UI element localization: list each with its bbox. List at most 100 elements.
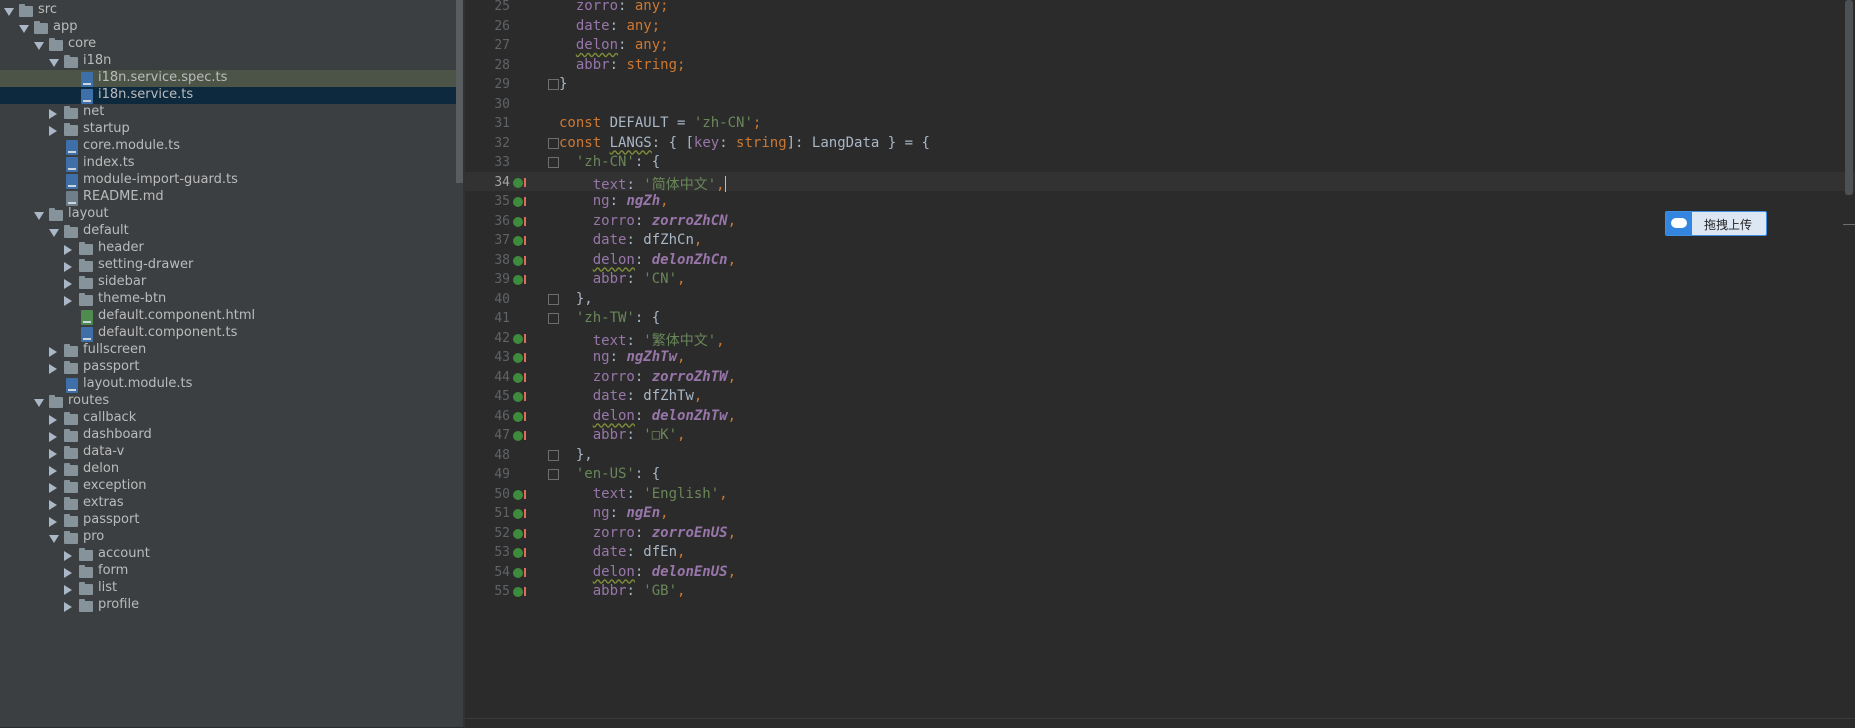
code-line[interactable]: 55 abbr: 'GB',	[465, 581, 1855, 601]
expanded-arrow-icon[interactable]	[34, 212, 44, 220]
expanded-arrow-icon[interactable]	[49, 535, 59, 543]
code-line[interactable]: 41 'zh-TW': {	[465, 308, 1855, 328]
code-line[interactable]: 49 'en-US': {	[465, 464, 1855, 484]
code-line[interactable]: 43 ng: ngZhTw,	[465, 347, 1855, 367]
editor-scrollbar[interactable]	[1845, 0, 1853, 195]
tree-file-i18n.service.ts[interactable]: i18n.service.ts	[0, 87, 463, 104]
code-line[interactable]: 32 const LANGS: { [key: string]: LangData…	[465, 133, 1855, 153]
tree-folder-i18n[interactable]: i18n	[0, 53, 463, 70]
tree-folder-dashboard[interactable]: dashboard	[0, 427, 463, 444]
implements-override-icon[interactable]	[513, 333, 526, 344]
tree-folder-sidebar[interactable]: sidebar	[0, 274, 463, 291]
collapsed-arrow-icon[interactable]	[49, 415, 57, 425]
code-line[interactable]: 29}	[465, 74, 1855, 94]
tree-file-i18n.service.spec.ts[interactable]: i18n.service.spec.ts	[0, 70, 463, 87]
fold-marker-icon[interactable]	[548, 313, 559, 324]
implements-override-icon[interactable]	[513, 275, 526, 285]
tree-folder-core[interactable]: core	[0, 36, 463, 53]
tree-folder-fullscreen[interactable]: fullscreen	[0, 342, 463, 359]
implements-override-icon[interactable]	[513, 372, 526, 383]
collapsed-arrow-icon[interactable]	[49, 483, 57, 493]
collapsed-arrow-icon[interactable]	[64, 602, 72, 612]
code-line[interactable]: 53 date: dfEn,	[465, 542, 1855, 562]
collapsed-arrow-icon[interactable]	[49, 126, 57, 136]
implements-override-icon[interactable]	[513, 431, 526, 441]
implements-override-icon[interactable]	[513, 587, 526, 597]
code-editor[interactable]: 25 zorro: any; 26 date: any; 27 delon: any…	[465, 0, 1855, 727]
fold-marker-icon[interactable]	[548, 157, 559, 168]
collapsed-arrow-icon[interactable]	[64, 551, 72, 561]
tree-file-default.component.ts[interactable]: default.component.ts	[0, 325, 463, 342]
tree-file-default.component.html[interactable]: default.component.html	[0, 308, 463, 325]
code-line[interactable]: 39 abbr: 'CN',	[465, 269, 1855, 289]
expanded-arrow-icon[interactable]	[19, 25, 29, 33]
code-line[interactable]: 54 delon: delonEnUS,	[465, 562, 1855, 582]
collapsed-arrow-icon[interactable]	[64, 585, 72, 595]
expanded-arrow-icon[interactable]	[34, 42, 44, 50]
collapsed-arrow-icon[interactable]	[49, 109, 57, 119]
collapsed-arrow-icon[interactable]	[64, 262, 72, 272]
collapsed-arrow-icon[interactable]	[64, 296, 72, 306]
collapsed-arrow-icon[interactable]	[49, 432, 57, 442]
code-line[interactable]: 27 delon: any;	[465, 35, 1855, 55]
collapsed-arrow-icon[interactable]	[49, 466, 57, 476]
tree-folder-app[interactable]: app	[0, 19, 463, 36]
code-line[interactable]: 37 date: dfZhCn,	[465, 230, 1855, 250]
implements-override-icon[interactable]	[513, 177, 526, 188]
code-line[interactable]: 50 text: 'English',	[465, 484, 1855, 504]
code-line[interactable]: 28 abbr: string;	[465, 55, 1855, 75]
tree-folder-form[interactable]: form	[0, 563, 463, 580]
implements-override-icon[interactable]	[513, 353, 526, 363]
tree-folder-delon[interactable]: delon	[0, 461, 463, 478]
code-line[interactable]: 52 zorro: zorroEnUS,	[465, 523, 1855, 543]
tree-file-layout.module.ts[interactable]: layout.module.ts	[0, 376, 463, 393]
tree-folder-src[interactable]: src	[0, 2, 463, 19]
collapsed-arrow-icon[interactable]	[49, 347, 57, 357]
code-line[interactable]: 51 ng: ngEn,	[465, 503, 1855, 523]
code-line[interactable]: 30	[465, 94, 1855, 114]
expanded-arrow-icon[interactable]	[4, 8, 14, 16]
code-line[interactable]: 44 zorro: zorroZhTW,	[465, 367, 1855, 387]
code-line[interactable]: 42 text: '繁体中文',	[465, 328, 1855, 349]
tree-folder-extras[interactable]: extras	[0, 495, 463, 512]
tree-file-core.module.ts[interactable]: core.module.ts	[0, 138, 463, 155]
implements-override-icon[interactable]	[513, 567, 526, 578]
implements-override-icon[interactable]	[513, 236, 526, 246]
code-line[interactable]: 48 },	[465, 445, 1855, 465]
code-line[interactable]: 35 ng: ngZh,	[465, 191, 1855, 211]
tree-file-README.md[interactable]: README.md	[0, 189, 463, 206]
expanded-arrow-icon[interactable]	[49, 229, 59, 237]
tree-folder-list[interactable]: list	[0, 580, 463, 597]
tree-folder-passport[interactable]: passport	[0, 512, 463, 529]
tree-folder-exception[interactable]: exception	[0, 478, 463, 495]
code-line[interactable]: 25 zorro: any;	[465, 0, 1855, 16]
code-line[interactable]: 38 delon: delonZhCn,	[465, 250, 1855, 270]
project-tree-scrollbar[interactable]	[456, 0, 463, 183]
implements-override-icon[interactable]	[513, 392, 526, 402]
tree-folder-setting-drawer[interactable]: setting-drawer	[0, 257, 463, 274]
implements-override-icon[interactable]	[513, 528, 526, 539]
expanded-arrow-icon[interactable]	[34, 399, 44, 407]
expanded-arrow-icon[interactable]	[49, 59, 59, 67]
code-line[interactable]: 46 delon: delonZhTw,	[465, 406, 1855, 426]
collapsed-arrow-icon[interactable]	[49, 449, 57, 459]
code-line[interactable]: 33 'zh-CN': {	[465, 152, 1855, 172]
tree-folder-theme-btn[interactable]: theme-btn	[0, 291, 463, 308]
tree-file-module-import-guard.ts[interactable]: module-import-guard.ts	[0, 172, 463, 189]
fold-marker-icon[interactable]	[548, 79, 559, 90]
fold-marker-icon[interactable]	[548, 293, 559, 305]
implements-override-icon[interactable]	[513, 255, 526, 266]
fold-marker-icon[interactable]	[548, 137, 559, 149]
tree-folder-net[interactable]: net	[0, 104, 463, 121]
implements-override-icon[interactable]	[513, 411, 526, 422]
code-line[interactable]: 26 date: any;	[465, 16, 1855, 36]
code-line[interactable]: 34 text: '简体中文',	[465, 171, 1855, 193]
code-line[interactable]: 47 abbr: '□K',	[465, 425, 1855, 445]
tree-folder-pro[interactable]: pro	[0, 529, 463, 546]
implements-override-icon[interactable]	[513, 548, 526, 558]
code-line[interactable]: 31 const DEFAULT = 'zh-CN';	[465, 113, 1855, 133]
implements-override-icon[interactable]	[513, 509, 526, 519]
tree-folder-layout[interactable]: layout	[0, 206, 463, 223]
code-line[interactable]: 45 date: dfZhTw,	[465, 386, 1855, 406]
collapsed-arrow-icon[interactable]	[64, 279, 72, 289]
